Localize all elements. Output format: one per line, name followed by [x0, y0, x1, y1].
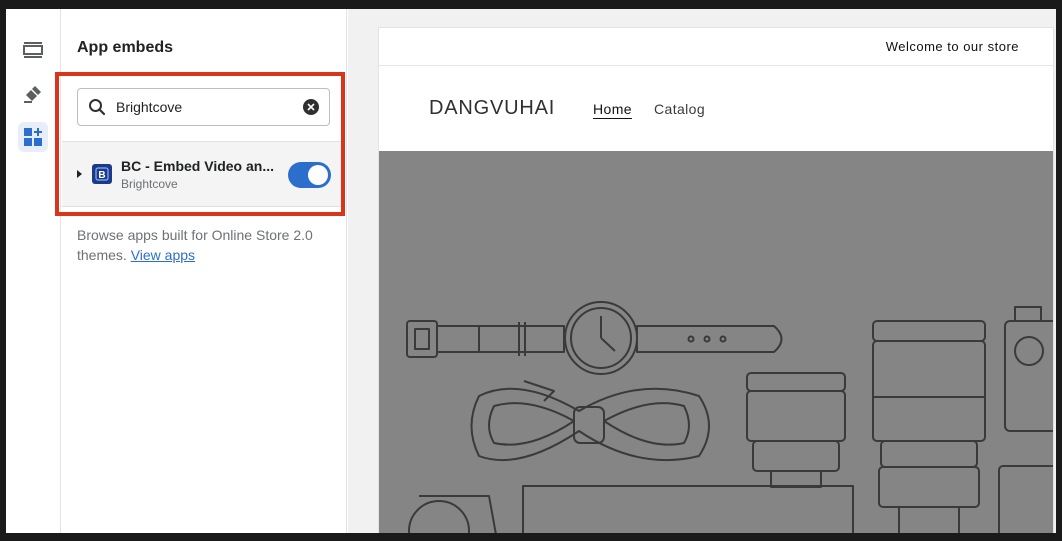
store-brand[interactable]: DANGVUHAI [429, 97, 555, 120]
camera-illustration [872, 320, 986, 533]
panel-title: App embeds [77, 39, 174, 56]
watch-illustration [406, 301, 783, 375]
editor-window: App embeds B BC - Embed [6, 9, 1056, 533]
hero-banner [379, 151, 1053, 533]
highlight-annotation [55, 72, 345, 216]
app-embeds-icon[interactable] [18, 122, 48, 152]
store-frame: Welcome to our store DANGVUHAI Home Cata… [378, 27, 1054, 533]
browse-apps-text: Browse apps built for Online Store 2.0 t… [77, 225, 337, 265]
theme-settings-icon[interactable] [18, 79, 48, 109]
store-header: DANGVUHAI Home Catalog [379, 66, 1053, 151]
announcement-bar: Welcome to our store [379, 28, 1053, 66]
lens-illustration [746, 372, 846, 488]
app-embeds-panel: App embeds B BC - Embed [55, 9, 347, 533]
nav-catalog[interactable]: Catalog [654, 101, 705, 117]
sections-icon[interactable] [18, 35, 48, 65]
bowtie-illustration [470, 380, 710, 462]
announcement-text: Welcome to our store [885, 39, 1019, 54]
small-camera-illustration [1004, 306, 1053, 432]
view-apps-link[interactable]: View apps [131, 247, 195, 263]
nav-home[interactable]: Home [593, 101, 632, 117]
hero-illustration [406, 301, 1053, 533]
icon-rail [6, 9, 61, 533]
bottom-items-illustration [408, 465, 1053, 533]
store-preview: Welcome to our store DANGVUHAI Home Cata… [348, 9, 1056, 533]
